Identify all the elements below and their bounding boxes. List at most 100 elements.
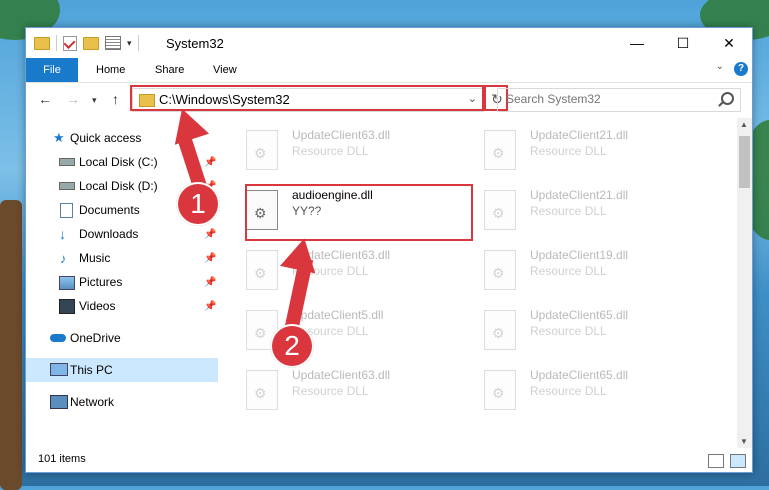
file-item[interactable]: UpdateClient21.dll Resource DLL (480, 184, 710, 240)
cloud-icon (50, 334, 66, 342)
file-type: Resource DLL (530, 144, 607, 158)
dll-file-icon (484, 250, 516, 290)
file-name: UpdateClient21.dll (530, 188, 629, 202)
drive-icon (59, 158, 75, 166)
vertical-scrollbar[interactable]: ▲ ▼ (737, 118, 752, 448)
file-name: UpdateClient5.dll (292, 308, 384, 322)
pictures-icon (59, 276, 75, 290)
folder-icon[interactable] (34, 36, 50, 50)
annotation-badge-2: 2 (270, 324, 314, 368)
annotation-badge-1: 1 (176, 182, 220, 226)
item-count: 101 items (38, 453, 86, 465)
search-icon[interactable] (721, 92, 734, 105)
minimize-button[interactable]: — (614, 28, 660, 58)
new-folder-icon[interactable] (83, 36, 99, 50)
ribbon-tabs: File Home Share View ⌄ ? (26, 58, 752, 83)
file-item[interactable]: UpdateClient21.dll Resource DLL (480, 124, 710, 180)
large-icons-view-icon[interactable] (730, 454, 746, 468)
file-item[interactable]: UpdateClient19.dll Resource DLL (480, 244, 710, 300)
file-name: UpdateClient65.dll (530, 368, 629, 382)
search-input[interactable] (498, 89, 716, 109)
status-bar: 101 items (26, 448, 752, 472)
file-name: UpdateClient19.dll (530, 248, 629, 262)
title-bar: ▾ System32 — ☐ ✕ (26, 28, 752, 58)
sidebar-item-onedrive[interactable]: OneDrive (26, 326, 218, 350)
details-view-icon[interactable] (708, 454, 724, 468)
dll-file-icon (484, 310, 516, 350)
pin-icon[interactable]: 📌 (204, 277, 216, 288)
file-item[interactable]: UpdateClient65.dll Resource DLL (480, 304, 710, 360)
sidebar-item-label: Downloads (79, 227, 139, 241)
file-type: Resource DLL (530, 324, 607, 338)
sidebar-item-label: Pictures (79, 275, 123, 289)
dll-file-icon (246, 250, 278, 290)
sidebar-item-videos[interactable]: Videos 📌 (26, 294, 218, 318)
file-type: Resource DLL (530, 264, 607, 278)
dll-file-icon (484, 370, 516, 410)
quick-access-toolbar: ▾ (34, 35, 139, 51)
properties-check-icon[interactable] (63, 35, 77, 51)
file-item[interactable]: UpdateClient65.dll Resource DLL (480, 364, 710, 420)
forward-arrow-icon[interactable]: → (66, 91, 80, 107)
back-arrow-icon[interactable]: ← (38, 91, 52, 107)
sidebar-item-label: Documents (79, 203, 140, 217)
sidebar-item-label: Quick access (70, 131, 142, 145)
dll-file-icon (246, 130, 278, 170)
annotation-highlight-address (130, 85, 484, 111)
sidebar-item-label: This PC (70, 363, 113, 377)
sidebar-item-label: Local Disk (C:) (79, 155, 158, 169)
wallpaper-trunk (0, 200, 22, 490)
sidebar-item-label: Network (70, 395, 115, 409)
tab-share[interactable]: Share (155, 58, 184, 82)
pin-icon[interactable]: 📌 (204, 253, 216, 264)
divider (137, 35, 139, 51)
pin-icon[interactable]: 📌 (204, 229, 216, 240)
network-icon (50, 395, 68, 409)
download-icon: ↓ (59, 226, 66, 242)
maximize-button[interactable]: ☐ (660, 28, 706, 58)
tab-view[interactable]: View (213, 58, 237, 82)
pin-icon[interactable]: 📌 (204, 301, 216, 312)
music-icon: ♪ (60, 250, 67, 266)
search-box[interactable] (497, 88, 741, 112)
sidebar-item-downloads[interactable]: ↓ Downloads 📌 (26, 222, 218, 246)
help-icon[interactable]: ? (734, 62, 748, 76)
properties-icon[interactable] (105, 36, 121, 50)
file-name: UpdateClient63.dll (292, 128, 391, 142)
file-item[interactable]: UpdateClient63.dll Resource DLL (242, 364, 472, 420)
file-name: UpdateClient65.dll (530, 308, 629, 322)
close-button[interactable]: ✕ (706, 28, 752, 58)
recent-locations-icon[interactable]: ▾ (92, 95, 97, 106)
file-item[interactable]: UpdateClient63.dll Resource DLL (242, 244, 472, 300)
expand-ribbon-icon[interactable]: ⌄ (716, 61, 724, 72)
annotation-highlight-file (245, 184, 473, 241)
sidebar-item-network[interactable]: Network (26, 390, 218, 414)
computer-icon (50, 363, 68, 376)
pin-icon[interactable]: 📌 (204, 157, 216, 168)
file-item[interactable]: UpdateClient63.dll Resource DLL (242, 124, 472, 180)
scroll-up-icon[interactable]: ▲ (740, 120, 748, 129)
file-name: UpdateClient63.dll (292, 368, 391, 382)
up-arrow-icon[interactable]: ↑ (112, 91, 119, 107)
file-explorer-window: ▾ System32 — ☐ ✕ File Home Share View ⌄ … (25, 27, 753, 473)
divider (56, 35, 57, 51)
documents-icon (60, 203, 73, 218)
customize-toolbar-icon[interactable]: ▾ (127, 38, 132, 49)
scroll-down-icon[interactable]: ▼ (740, 437, 748, 446)
file-list: UpdateClient63.dll Resource DLL audioeng… (242, 118, 736, 448)
tab-home[interactable]: Home (96, 58, 125, 82)
file-type: Resource DLL (292, 144, 369, 158)
sidebar-item-pictures[interactable]: Pictures 📌 (26, 270, 218, 294)
dll-file-icon (246, 370, 278, 410)
sidebar-item-this-pc[interactable]: This PC (26, 358, 218, 382)
sidebar-item-label: Local Disk (D:) (79, 179, 158, 193)
file-type: Resource DLL (530, 204, 607, 218)
dll-file-icon (484, 130, 516, 170)
file-type: Resource DLL (530, 384, 607, 398)
drive-icon (59, 182, 75, 190)
sidebar-item-label: OneDrive (70, 331, 121, 345)
scrollbar-thumb[interactable] (739, 136, 750, 188)
tab-file[interactable]: File (26, 58, 78, 82)
sidebar-item-music[interactable]: ♪ Music 📌 (26, 246, 218, 270)
sidebar-item-label: Music (79, 251, 111, 265)
